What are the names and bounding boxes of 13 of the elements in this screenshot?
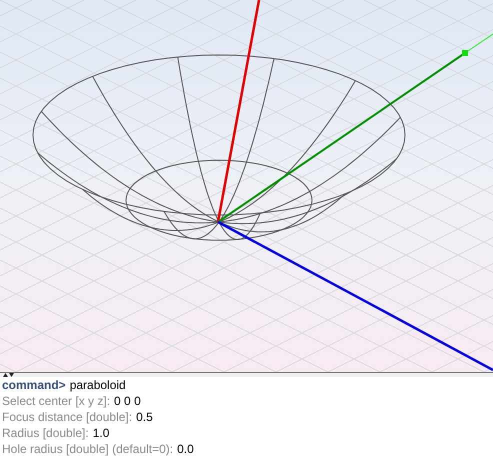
grid-floor[interactable] [0, 0, 493, 372]
input-value: 0.0 [177, 441, 194, 457]
command-prompt: command> [2, 377, 66, 393]
input-value: 0 0 0 [114, 393, 141, 409]
prompt-text: Focus distance [double]: [2, 409, 132, 425]
prompt-text: Hole radius [double] (default=0): [2, 441, 174, 457]
up-arrow-icon[interactable] [3, 373, 8, 377]
prompt-text: Select center [x y z]: [2, 393, 110, 409]
command-text: paraboloid [70, 377, 126, 393]
input-value: 0.5 [136, 409, 153, 425]
input-value: 1.0 [92, 425, 110, 441]
prompt-text: Radius [double]: [2, 425, 89, 441]
down-arrow-icon[interactable] [9, 373, 14, 377]
